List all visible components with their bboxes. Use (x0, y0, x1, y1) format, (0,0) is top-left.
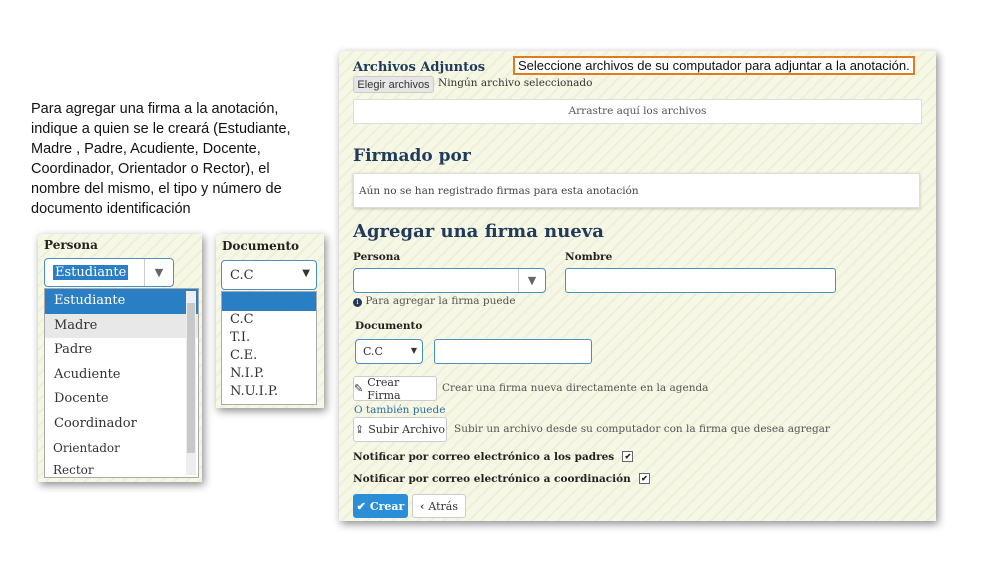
scrollbar-thumb[interactable] (187, 303, 195, 453)
instructions-text: Para agregar una firma a la anotación, i… (31, 101, 291, 217)
caret-down-icon: ▼ (302, 268, 310, 279)
nombre-input[interactable] (565, 268, 836, 293)
documento-option[interactable]: C.C (222, 311, 316, 329)
annotation-form-screenshot: Archivos Adjuntos Seleccione archivos de… (339, 51, 936, 521)
documento-dropdown-screenshot: Documento C.C ▼ C.C T.I. C.E. N.I.P. N.U… (216, 234, 324, 408)
documento-option[interactable]: T.I. (222, 329, 316, 347)
documento-field-label: Documento (355, 320, 423, 332)
persona-field-select[interactable]: ▼ (353, 268, 546, 293)
notify-coord-label: Notificar por correo electrónico a coord… (353, 473, 631, 485)
no-file-text: Ningún archivo seleccionado (438, 77, 593, 89)
documento-option[interactable]: C.E. (222, 347, 316, 365)
persona-field-label: Persona (353, 251, 401, 263)
caret-down-icon: ▼ (410, 346, 417, 355)
persona-select[interactable]: Estudiante ▼ (44, 258, 174, 287)
attachments-title: Archivos Adjuntos (353, 60, 486, 75)
signed-title: Firmado por (353, 146, 471, 166)
create-signature-desc: Crear una firma nueva directamente en la… (442, 382, 709, 394)
create-signature-label: Crear Firma (367, 375, 401, 402)
chevron-down-icon[interactable]: ▼ (144, 259, 173, 286)
upload-icon: ⇪ (355, 423, 365, 436)
persona-option[interactable]: Padre (45, 338, 198, 363)
scrollbar[interactable] (186, 291, 196, 475)
persona-option[interactable]: Orientador (45, 437, 198, 459)
notify-parents-label: Notificar por correo electrónico a los p… (353, 451, 615, 463)
persona-dropdown-screenshot: Persona Estudiante ▼ Estudiante Madre Pa… (38, 234, 202, 482)
create-signature-button[interactable]: ✎ Crear Firma (353, 375, 437, 402)
back-button[interactable]: ‹ Atrás (412, 494, 466, 518)
documento-number-input[interactable] (434, 339, 592, 364)
back-label: Atrás (428, 499, 459, 513)
persona-label: Persona (44, 238, 98, 252)
upload-file-desc: Subir un archivo desde su computador con… (454, 423, 830, 435)
persona-option[interactable]: Estudiante (45, 289, 198, 314)
persona-option[interactable]: Rector (45, 459, 198, 481)
notify-parents-checkbox[interactable]: ✔ (622, 451, 634, 462)
pencil-icon: ✎ (354, 382, 364, 395)
notify-coord-row: Notificar por correo electrónico a coord… (353, 471, 650, 485)
or-also-text: O también puede (354, 404, 446, 416)
new-signature-title: Agregar una firma nueva (353, 221, 604, 242)
persona-option[interactable]: Docente (45, 387, 198, 412)
choose-files-button[interactable]: Elegir archivos (353, 76, 434, 93)
documento-label: Documento (222, 239, 300, 253)
chevron-down-icon[interactable]: ▼ (518, 269, 545, 292)
info-icon: i (353, 298, 362, 307)
documento-option[interactable] (222, 292, 316, 311)
documento-field-value: C.C (363, 345, 383, 358)
chevron-left-icon: ‹ (419, 499, 425, 513)
documento-field-select[interactable]: C.C ▼ (355, 339, 423, 364)
documento-select[interactable]: C.C ▼ (221, 260, 317, 290)
notify-coord-checkbox[interactable]: ✔ (638, 473, 650, 484)
upload-file-label: Subir Archivo (368, 423, 445, 436)
nombre-field-label: Nombre (565, 251, 613, 263)
persona-selected-value: Estudiante (53, 265, 129, 280)
hint-text: Para agregar la firma puede (365, 295, 516, 307)
documento-selected-value: C.C (230, 268, 254, 283)
hint-row: i Para agregar la firma puede (353, 295, 516, 307)
persona-option[interactable]: Acudiente (45, 363, 198, 388)
submit-create-label: Crear (369, 499, 405, 513)
persona-option[interactable]: Coordinador (45, 412, 198, 437)
attachments-callout: Seleccione archivos de su computador par… (513, 56, 915, 75)
check-icon: ✔ (356, 499, 366, 513)
documento-option[interactable]: N.I.P. (222, 365, 316, 383)
documento-options-list: C.C T.I. C.E. N.I.P. N.U.I.P. (221, 291, 317, 405)
submit-create-button[interactable]: ✔ Crear (353, 494, 408, 518)
signed-empty-message: Aún no se han registrado firmas para est… (353, 173, 920, 208)
upload-file-button[interactable]: ⇪ Subir Archivo (353, 417, 447, 442)
persona-option[interactable]: Madre (45, 313, 198, 339)
persona-options-list: Estudiante Madre Padre Acudiente Docente… (44, 288, 199, 478)
notify-parents-row: Notificar por correo electrónico a los p… (353, 449, 634, 463)
documento-option[interactable]: N.U.I.P. (222, 383, 316, 401)
dropzone[interactable]: Arrastre aquí los archivos (353, 99, 922, 124)
